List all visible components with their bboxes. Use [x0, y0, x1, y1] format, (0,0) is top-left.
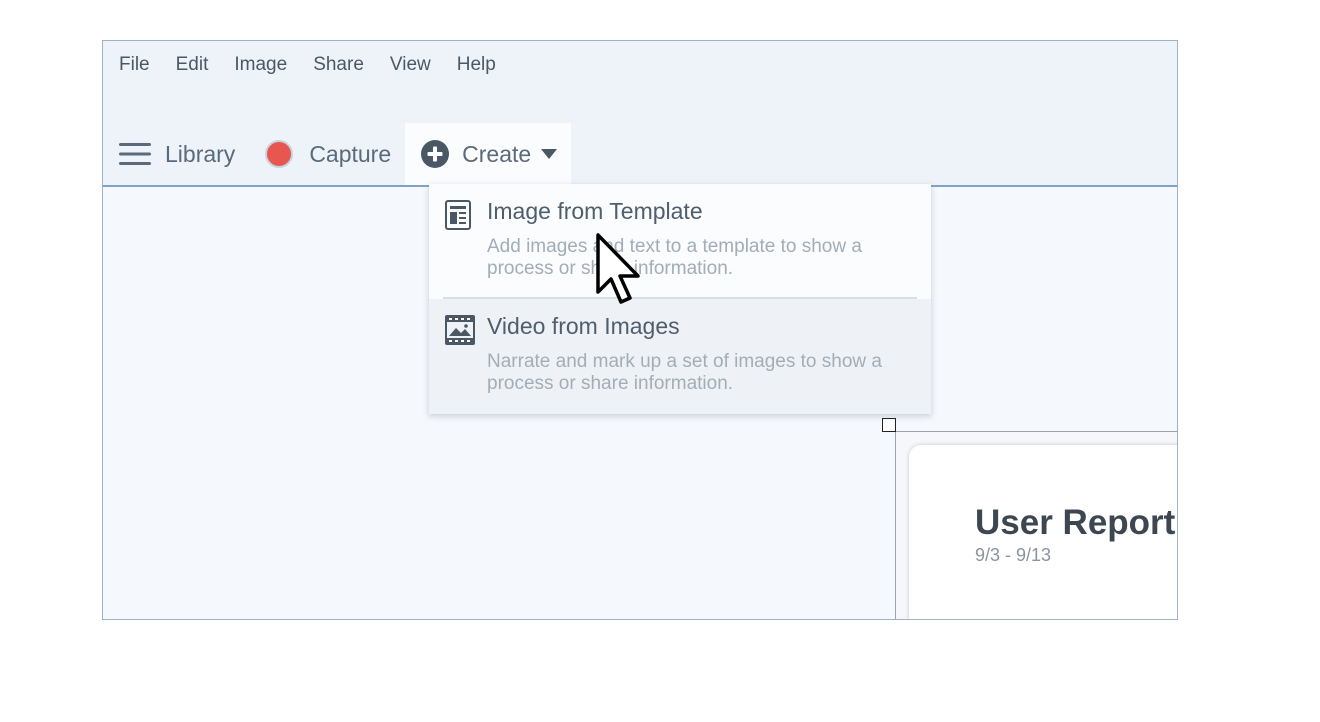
- header-area: File Edit Image Share View Help Library …: [103, 41, 1177, 187]
- library-button[interactable]: Library: [103, 123, 249, 185]
- create-dropdown-menu: Image from Template Add images and text …: [429, 184, 931, 414]
- record-icon: [265, 140, 294, 168]
- menu-item-description: Narrate and mark up a set of images to s…: [487, 351, 882, 394]
- card-subtitle: 9/3 - 9/13: [975, 545, 1052, 565]
- plus-circle-icon: [421, 140, 450, 168]
- menu-item-video-from-images[interactable]: Video from Images Narrate and mark up a …: [429, 299, 931, 414]
- card-title: User Report: [975, 503, 1176, 542]
- menu-item-title: Image from Template: [487, 198, 703, 224]
- template-card[interactable]: User Report 9/3 - 9/13: [909, 445, 1177, 619]
- template-icon: [445, 200, 471, 230]
- library-label: Library: [165, 140, 236, 167]
- caret-down-icon: [541, 149, 558, 159]
- filmstrip-icon: [445, 315, 475, 345]
- menu-item-image-from-template[interactable]: Image from Template Add images and text …: [429, 184, 931, 298]
- menu-item-description: Add images and text to a template to sho…: [487, 236, 862, 279]
- create-label: Create: [462, 140, 532, 167]
- resize-handle[interactable]: [882, 418, 896, 432]
- menu-share[interactable]: Share: [313, 54, 364, 76]
- mouse-pointer-icon: [596, 233, 640, 304]
- menu-file[interactable]: File: [119, 54, 150, 76]
- create-button[interactable]: Create: [405, 123, 572, 185]
- capture-label: Capture: [309, 140, 392, 167]
- menu-edit[interactable]: Edit: [176, 54, 209, 76]
- hamburger-icon: [119, 143, 151, 165]
- menu-image[interactable]: Image: [234, 54, 287, 76]
- menubar: File Edit Image Share View Help: [119, 54, 522, 76]
- menu-item-title: Video from Images: [487, 313, 680, 339]
- toolbar: Library Capture Create: [103, 123, 572, 185]
- capture-button[interactable]: Capture: [249, 123, 405, 185]
- menu-help[interactable]: Help: [457, 54, 496, 76]
- menu-view[interactable]: View: [390, 54, 431, 76]
- app-window: File Edit Image Share View Help Library …: [102, 40, 1178, 620]
